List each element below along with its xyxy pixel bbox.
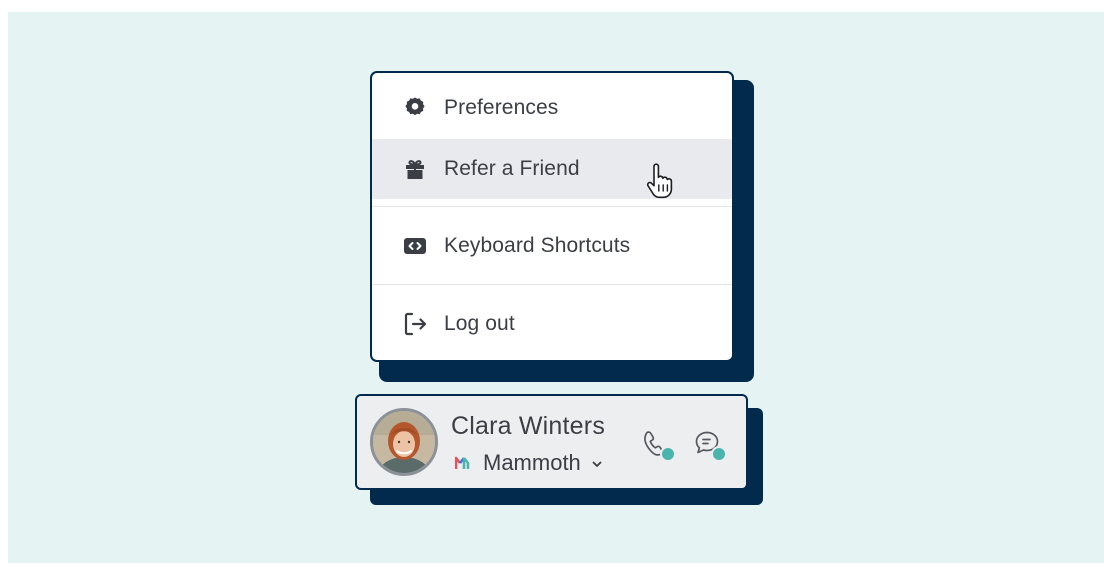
hand-cursor-icon: [644, 163, 676, 199]
code-icon: [402, 233, 428, 259]
menu-divider: [372, 284, 732, 285]
user-dropdown-menu: Preferences Refer a Friend Keyboard Shor…: [370, 71, 734, 362]
menu-item-label: Keyboard Shortcuts: [444, 234, 631, 257]
menu-item-label: Refer a Friend: [444, 157, 580, 180]
menu-item-log-out[interactable]: Log out: [372, 293, 732, 355]
menu-divider: [372, 206, 732, 207]
menu-item-preferences[interactable]: Preferences: [372, 77, 732, 139]
workspace-selector[interactable]: Mammoth: [454, 450, 603, 476]
mammoth-logo-icon: [454, 456, 471, 470]
chat-status-button[interactable]: [691, 428, 731, 464]
logout-icon: [402, 311, 428, 337]
menu-item-keyboard-shortcuts[interactable]: Keyboard Shortcuts: [372, 215, 732, 277]
chevron-down-icon: [591, 457, 603, 469]
menu-item-label: Log out: [444, 312, 515, 335]
avatar[interactable]: [370, 408, 438, 476]
user-card[interactable]: Clara Winters Mammoth: [355, 394, 748, 490]
phone-status-button[interactable]: [637, 428, 679, 464]
gear-icon: [402, 95, 428, 121]
user-name: Clara Winters: [451, 412, 606, 440]
menu-item-label: Preferences: [444, 96, 559, 119]
workspace-name: Mammoth: [483, 450, 581, 475]
gift-icon: [402, 156, 428, 182]
menu-item-refer-a-friend[interactable]: Refer a Friend: [372, 139, 732, 199]
